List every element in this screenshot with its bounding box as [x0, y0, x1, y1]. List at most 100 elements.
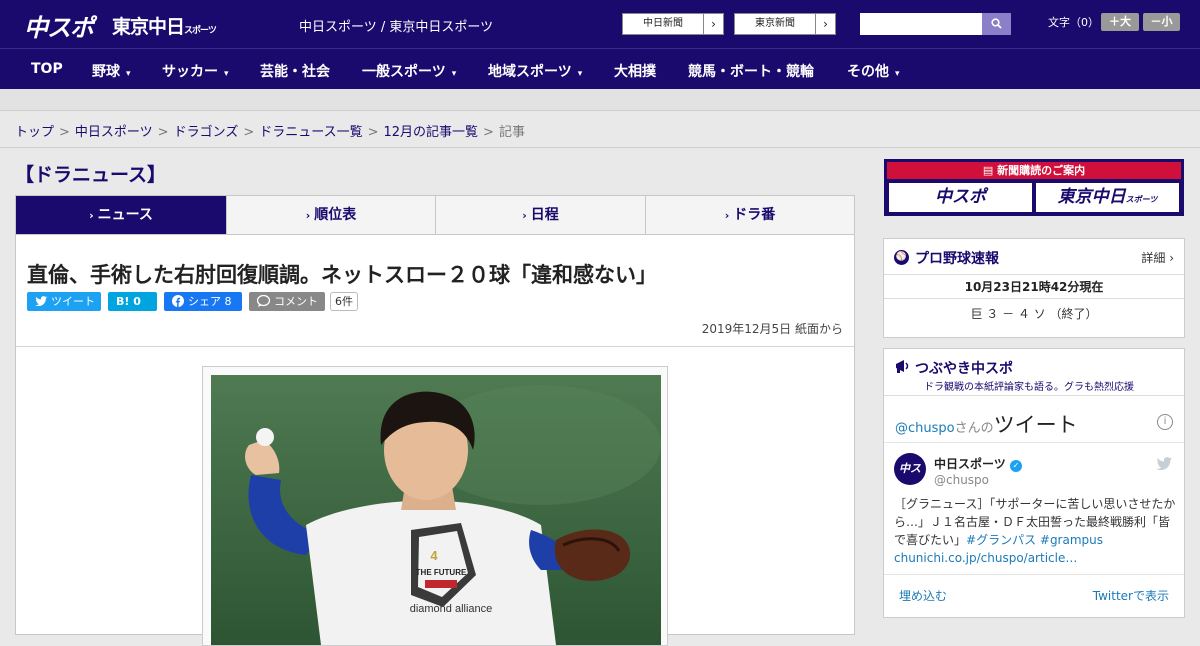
- breadcrumb-sep: >: [483, 125, 494, 140]
- baseball-detail-link[interactable]: 詳細 ›: [1141, 249, 1174, 266]
- tweet-button[interactable]: ツイート: [27, 292, 101, 311]
- breadcrumb-month[interactable]: 12月の記事一覧: [384, 125, 479, 140]
- chuspo-handle-link[interactable]: @chuspo: [895, 421, 955, 436]
- chunichi-shimbun-label: 中日新聞: [643, 18, 683, 29]
- breadcrumb-dragons[interactable]: ドラゴンズ: [174, 125, 239, 140]
- chevron-right-icon: ›: [305, 209, 311, 222]
- ad-chuspo-logo[interactable]: 中スポ: [889, 183, 1032, 212]
- chevron-down-icon: ▾: [126, 69, 131, 79]
- newspaper-icon: ▤: [982, 164, 998, 177]
- shirt-number-text: 4: [430, 548, 438, 563]
- site-title-link[interactable]: 中日スポーツ / 東京中日スポーツ: [299, 16, 493, 35]
- tweet-box-title: つぶやき中スポ: [915, 361, 1013, 377]
- tab-news[interactable]: › ニュース: [16, 196, 227, 234]
- account-handle[interactable]: @chuspo: [934, 473, 989, 487]
- shirt-text: THE FUTURE: [416, 568, 467, 577]
- breadcrumb-sep: >: [367, 125, 379, 140]
- hatena-icon: B!: [116, 295, 130, 308]
- article: 直倫、手術した右肘回復順調。ネットスロー２０球「違和感ない」 ツイート B! 0…: [15, 235, 855, 646]
- twitter-bird-icon: [1156, 455, 1172, 474]
- facebook-share-label: シェア 8: [188, 295, 232, 308]
- nav-top[interactable]: TOP: [31, 61, 63, 77]
- twitter-icon: [35, 296, 47, 306]
- chunichi-shimbun-link[interactable]: 中日新聞 ›: [622, 13, 724, 35]
- embed-link[interactable]: 埋め込む: [899, 587, 947, 604]
- hatena-button[interactable]: B! 0: [108, 292, 157, 311]
- search-button[interactable]: [982, 13, 1011, 35]
- nav-sumo[interactable]: 大相撲: [614, 61, 656, 81]
- comment-count: 6件: [330, 292, 358, 311]
- baseball-score[interactable]: 巨 ３ － ４ ソ （終了）: [884, 305, 1184, 322]
- tab-schedule[interactable]: › 日程: [436, 196, 646, 234]
- divider: [884, 574, 1184, 575]
- tweet-handle-mid: さんの: [954, 421, 994, 436]
- tokyo-shimbun-link[interactable]: 東京新聞 ›: [734, 13, 836, 35]
- tab-standings[interactable]: › 順位表: [227, 196, 436, 234]
- chevron-down-icon: ▾: [451, 69, 457, 79]
- tokyo-logo-text: 東京中日: [112, 16, 185, 38]
- breadcrumb-top[interactable]: トップ: [15, 125, 54, 140]
- main-nav: TOP 野球 ▾ サッカー ▾ 芸能・社会 一般スポーツ ▾ 地域スポーツ ▾ 大相撲 …: [0, 48, 1200, 89]
- sub-bar: [0, 89, 1200, 111]
- chevron-down-icon: ▾: [895, 69, 900, 79]
- article-photo[interactable]: 4 THE FUTURE diamond alliance: [211, 375, 661, 645]
- search-icon: [991, 18, 1002, 29]
- font-smaller-button[interactable]: －小: [1143, 13, 1180, 31]
- nav-baseball-label: 野球: [92, 64, 120, 80]
- account-name[interactable]: 中日スポーツ ✓: [934, 455, 1022, 472]
- nav-general-sports[interactable]: 一般スポーツ ▾: [362, 61, 456, 81]
- nav-racing[interactable]: 競馬・ボート・競輪: [688, 61, 814, 81]
- chuspo-logo[interactable]: 中スポ: [24, 8, 94, 43]
- tab-dora-ban[interactable]: › ドラ番: [646, 196, 854, 234]
- verified-badge-icon: ✓: [1009, 460, 1022, 472]
- search-input[interactable]: [860, 13, 982, 35]
- divider: [884, 442, 1184, 443]
- tab-schedule-label: 日程: [530, 207, 559, 223]
- breadcrumb: トップ > 中日スポーツ > ドラゴンズ > ドラニュース一覧 >12月の記事一覧 > 記事: [15, 121, 525, 140]
- nav-local-sports[interactable]: 地域スポーツ ▾: [488, 61, 582, 81]
- nav-entertainment[interactable]: 芸能・社会: [260, 61, 330, 81]
- subscription-ad[interactable]: ▤ 新聞購読のご案内 中スポ 東京中日スポーツ: [884, 159, 1184, 216]
- tweet-hashtags[interactable]: #グランパス #grampus: [966, 533, 1103, 547]
- breadcrumb-sep: >: [59, 125, 70, 140]
- account-name-text: 中日スポーツ: [934, 457, 1006, 471]
- divider: [16, 346, 854, 347]
- category-title: 【ドラニュース】: [15, 164, 167, 186]
- info-icon[interactable]: i: [1157, 414, 1173, 430]
- ad-tokyo-logo[interactable]: 東京中日スポーツ: [1036, 183, 1179, 212]
- baseball-box-header: ⚾ プロ野球速報 詳細 ›: [884, 239, 1184, 275]
- comment-icon: [256, 294, 271, 307]
- nav-soccer[interactable]: サッカー ▾: [162, 61, 229, 81]
- account-avatar[interactable]: 中スポ: [894, 453, 926, 507]
- chevron-right-icon: ›: [89, 209, 94, 222]
- facebook-icon: [172, 295, 184, 307]
- hatena-count: 0: [133, 295, 141, 308]
- photo-frame: 4 THE FUTURE diamond alliance: [202, 366, 668, 646]
- tweet-timeline-header: @chuspoさんのツイート: [895, 409, 1078, 439]
- comment-button[interactable]: コメント: [249, 292, 325, 311]
- baseball-icon: ⚾: [894, 250, 909, 265]
- breadcrumb-current: 記事: [498, 125, 525, 140]
- nav-baseball[interactable]: 野球 ▾: [92, 61, 131, 81]
- view-on-twitter-link[interactable]: Twitterで表示: [1093, 587, 1169, 604]
- nav-local-sports-label: 地域スポーツ: [488, 64, 572, 80]
- breadcrumb-sep: >: [157, 125, 169, 140]
- ad-title-text: 新聞購読のご案内: [997, 164, 1086, 177]
- facebook-share-button[interactable]: シェア 8: [164, 292, 242, 311]
- font-larger-button[interactable]: ＋大: [1101, 13, 1139, 31]
- tweet-link[interactable]: chunichi.co.jp/chuspo/article…: [894, 551, 1077, 565]
- shirt-brand-text: diamond alliance: [410, 603, 493, 615]
- megaphone-icon: [894, 357, 912, 379]
- chevron-down-icon: ▾: [224, 69, 229, 79]
- ad-tokyo-logo-sub: スポーツ: [1125, 195, 1158, 204]
- breadcrumb-chuspo[interactable]: 中日スポーツ: [75, 125, 153, 140]
- breadcrumb-news-list[interactable]: ドラニュース一覧: [259, 125, 362, 140]
- tweet-box-subtitle: ドラ観戦の本紙評論家も語る。グラも熱烈応援: [924, 382, 1134, 393]
- nav-other[interactable]: その他 ▾: [847, 61, 900, 81]
- ad-title: ▤ 新聞購読のご案内: [887, 162, 1181, 179]
- top-bar: 中スポ 東京中日スポーツ 中日スポーツ / 東京中日スポーツ 中日新聞 › 東京新…: [0, 0, 1200, 48]
- tokyo-chunichi-logo[interactable]: 東京中日スポーツ: [112, 12, 217, 39]
- chevron-right-icon: ›: [522, 209, 527, 222]
- chevron-down-icon: ▾: [577, 69, 583, 79]
- tokyo-logo-sub: スポーツ: [184, 26, 217, 36]
